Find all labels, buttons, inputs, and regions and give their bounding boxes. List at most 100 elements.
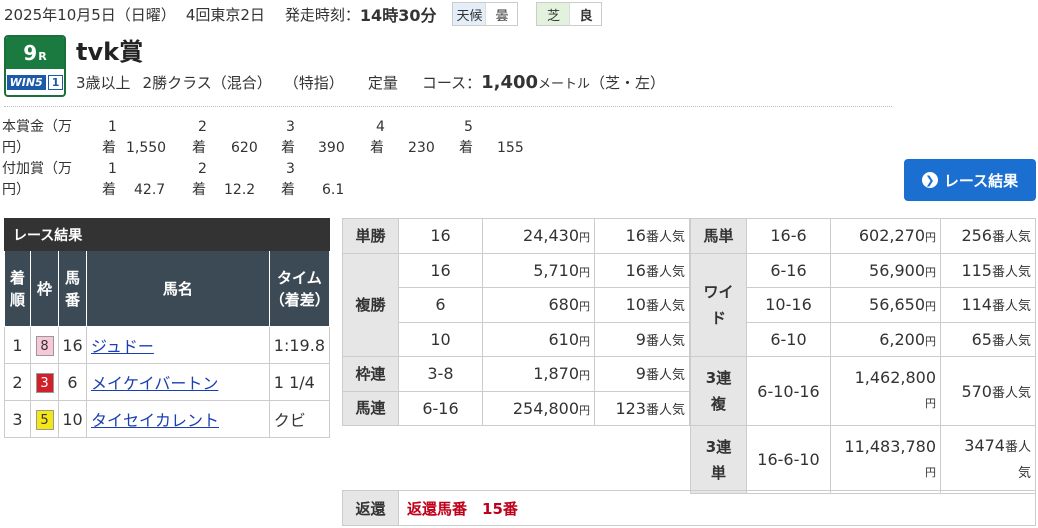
added-prize-label-cont: 円） <box>2 182 30 198</box>
race-conditions: 3歳以上 2勝クラス（混合） （特指） 定量 コース： 1,400 メートル （… <box>76 72 665 93</box>
added-prize-place-suffix: 着 <box>192 182 206 198</box>
payout: 1,462,800 円 <box>830 356 941 426</box>
rank: 2 <box>4 363 31 401</box>
prize-place: 2 <box>198 119 207 135</box>
prize-amount: 1,550 <box>126 140 167 156</box>
payout: 56,650円 <box>830 287 941 323</box>
col-horse-name: 馬名 <box>86 250 270 327</box>
col-rank: 着順 <box>4 250 31 327</box>
combo: 6-10-16 <box>746 356 831 426</box>
finish-time: 1:19.8 <box>268 326 331 364</box>
added-prize-place-suffix: 着 <box>281 182 295 198</box>
prize-label: 本賞金（万 <box>2 119 72 135</box>
win5-logo: WIN5 1 <box>6 69 64 95</box>
payout: 56,900円 <box>830 252 941 288</box>
race-result-button[interactable]: ❯ レース結果 <box>904 159 1036 201</box>
added-prize-amount: 12.2 <box>224 182 256 198</box>
combo: 16 <box>398 218 483 254</box>
waku-badge: 3 <box>35 372 54 393</box>
race-age: 3歳以上 <box>76 74 131 92</box>
payout-table-right: 馬単 16-6 602,270円 256番人気 ワイド 6-16 56,900円… <box>690 218 1036 494</box>
popularity: 16番人気 <box>594 252 690 288</box>
popularity: 123番人気 <box>594 390 690 426</box>
combo: 6-10 <box>746 321 831 357</box>
payout: 5,710円 <box>482 252 595 288</box>
waku-cell: 3 <box>30 363 59 401</box>
prize-place-suffix: 着 <box>192 140 206 156</box>
horse-name-link[interactable]: メイケイバートン <box>91 374 218 393</box>
prize-place: 5 <box>464 119 473 135</box>
race-number-badge: 9R WIN5 1 <box>4 35 66 97</box>
payout: 602,270円 <box>830 218 941 254</box>
payout-table-left: 単勝 16 24,430円 16番人気 複勝 16 5,710円 16番人気 6… <box>342 218 690 426</box>
finish-time: 1 1/4 <box>268 363 331 401</box>
col-time: タイム（着差） <box>268 250 331 327</box>
payout-row-sanrenpuku: 3連複 6-10-16 1,462,800 円 570番人気 <box>690 356 1036 426</box>
refund-label: 返還 <box>342 490 399 526</box>
refund-table: 返還 返還馬番 15番 <box>342 490 1036 526</box>
waku-badge: 8 <box>35 335 54 356</box>
race-results-table: レース結果 着順 枠 馬番 馬名 タイム（着差） 1 8 16 ジュドー 1:19.8 2… <box>4 218 331 438</box>
payout-row-wide: ワイド 6-16 56,900円 115番人気 <box>690 252 1036 357</box>
prize-place: 4 <box>376 119 385 135</box>
chevron-right-circle-icon: ❯ <box>921 172 938 188</box>
race-distance: 1,400 <box>481 72 539 93</box>
horse-number: 10 <box>58 400 87 438</box>
prize-money: 本賞金（万 1 2 3 4 5 円） 着 1,550 着 620 着 390 着… <box>2 117 562 159</box>
waku-cell: 8 <box>30 326 59 364</box>
popularity: 16番人気 <box>594 218 690 254</box>
distance-unit: メートル <box>538 77 591 92</box>
horse-name-cell: ジュドー <box>86 326 270 364</box>
combo: 16-6-10 <box>746 425 831 494</box>
added-prize-label: 付加賞（万 <box>2 161 72 177</box>
rank: 3 <box>4 400 31 438</box>
payout-row-sanrentan: 3連単 16-6-10 11,483,780 円 3474番人気 <box>690 425 1036 494</box>
horse-name-cell: タイセイカレント <box>86 400 270 438</box>
added-prize-amount: 6.1 <box>322 182 345 198</box>
table-row: 1 8 16 ジュドー 1:19.8 <box>4 326 331 364</box>
payout: 11,483,780 円 <box>830 425 941 494</box>
combo: 16 <box>398 252 483 288</box>
weather-value: 曇 <box>485 3 518 25</box>
prize-place-suffix: 着 <box>102 140 116 156</box>
race-name: tvk賞 <box>76 38 144 66</box>
course-label: コース： <box>421 74 482 92</box>
added-prize-place: 2 <box>198 161 207 177</box>
race-header-line: 2025年10月5日（日曜） 4回東京2日 発走時刻： 14時30分 天候 曇 … <box>4 2 603 26</box>
bet-type-label: 3連複 <box>690 356 747 426</box>
finish-time: クビ <box>268 400 331 438</box>
horse-name-link[interactable]: タイセイカレント <box>91 411 219 430</box>
horse-name-link[interactable]: ジュドー <box>91 337 154 356</box>
combo: 10-16 <box>746 287 831 323</box>
popularity: 9番人気 <box>594 321 690 357</box>
added-prize-amount: 42.7 <box>134 182 166 198</box>
popularity: 10番人気 <box>594 287 690 323</box>
race-number: 9 <box>23 41 38 65</box>
race-class: 2勝クラス（混合） <box>142 74 272 92</box>
popularity: 256番人気 <box>940 218 1036 254</box>
payout: 610円 <box>482 321 595 357</box>
results-caption: レース結果 <box>4 218 330 251</box>
table-row: 3 5 10 タイセイカレント クビ <box>4 400 331 438</box>
combo: 6 <box>398 287 483 323</box>
payout-row-umatan: 馬単 16-6 602,270円 256番人気 <box>690 218 1036 254</box>
race-result-button-label: レース結果 <box>943 171 1019 190</box>
prize-place-suffix: 着 <box>370 140 384 156</box>
combo: 10 <box>398 321 483 357</box>
payout-row-umaren: 馬連 6-16 254,800円 123番人気 <box>342 390 690 426</box>
table-row: 2 3 6 メイケイバートン 1 1/4 <box>4 363 331 401</box>
bet-type-label: 枠連 <box>342 356 399 392</box>
waku-cell: 5 <box>30 400 59 438</box>
popularity: 570番人気 <box>940 356 1036 426</box>
rank: 1 <box>4 326 31 364</box>
prize-place-suffix: 着 <box>459 140 473 156</box>
race-weight: 定量 <box>367 74 398 92</box>
track-badge: 芝 良 <box>536 2 603 26</box>
horse-name-cell: メイケイバートン <box>86 363 270 401</box>
payout: 24,430円 <box>482 218 595 254</box>
bet-type-label: 3連単 <box>690 425 747 494</box>
payout: 1,870円 <box>482 356 595 392</box>
horse-number: 16 <box>58 326 87 364</box>
payout: 680円 <box>482 287 595 323</box>
bet-type-label: 複勝 <box>342 252 399 357</box>
